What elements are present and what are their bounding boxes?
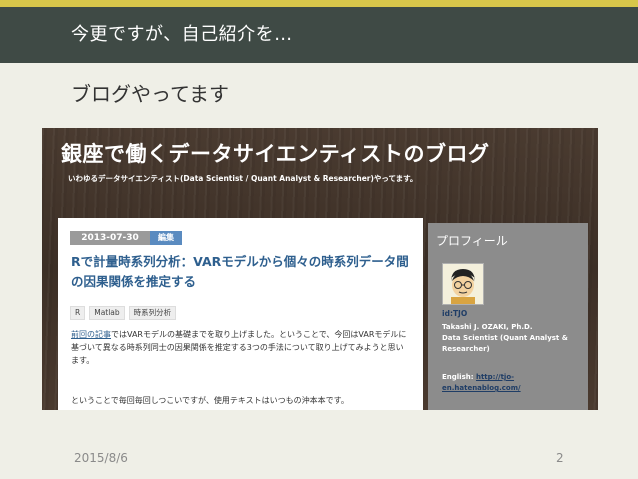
blog-screenshot: 銀座で働くデータサイエンティストのブログ いわゆるデータサイエンティスト(Dat… xyxy=(42,128,598,410)
post-title[interactable]: Rで計量時系列分析：VARモデルから個々の時系列データ間の因果関係を推定する xyxy=(71,252,411,292)
profile-role: Data Scientist (Quant Analyst & Research… xyxy=(442,334,568,353)
slide-subtitle: ブログやってます xyxy=(71,82,229,106)
profile-id[interactable]: id:TJO xyxy=(442,309,467,319)
slide-header-title: 今更ですが、自己紹介を… xyxy=(71,24,293,45)
blog-post: 2013-07-30 編集 Rで計量時系列分析：VARモデルから個々の時系列デー… xyxy=(58,218,423,410)
post-body-text: ではVARモデルの基礎までを取り上げました。ということで、今回はVARモデルに基… xyxy=(71,330,407,365)
post-tag[interactable]: R xyxy=(70,306,86,320)
page-number: 2 xyxy=(556,451,564,465)
post-body-2: ということで毎回毎回しつこいですが、使用テキストはいつもの沖本本です。 xyxy=(71,396,349,405)
post-tag[interactable]: Matlab xyxy=(89,306,125,320)
post-body: 前回の記事ではVARモデルの基礎までを取り上げました。ということで、今回はVAR… xyxy=(71,328,411,367)
footer-date: 2015/8/6 xyxy=(74,451,128,465)
post-edit-button[interactable]: 編集 xyxy=(150,231,182,245)
post-body-link[interactable]: 前回の記事 xyxy=(71,330,111,339)
profile-info: Takashi J. OZAKI, Ph.D. Data Scientist (… xyxy=(442,322,582,355)
top-accent-bar xyxy=(0,0,638,7)
blog-title: 銀座で働くデータサイエンティストのブログ xyxy=(61,142,490,166)
profile-english-label: English: xyxy=(442,373,476,381)
profile-heading: プロフィール xyxy=(436,234,508,248)
post-tag[interactable]: 時系列分析 xyxy=(128,306,177,320)
post-date-badge: 2013-07-30 xyxy=(70,231,150,245)
profile-sidebar: プロフィール id:TJO Takashi J. OZAKI, Ph.D. Da… xyxy=(428,223,588,410)
avatar-icon xyxy=(443,264,483,304)
slide-header: 今更ですが、自己紹介を… xyxy=(0,7,638,63)
blog-description: いわゆるデータサイエンティスト(Data Scientist / Quant A… xyxy=(68,174,418,183)
profile-name: Takashi J. OZAKI, Ph.D. xyxy=(442,323,533,331)
avatar[interactable] xyxy=(442,263,484,305)
post-tags: R Matlab 時系列分析 xyxy=(70,306,177,320)
profile-english: English: http://tjo-en.hatenablog.com/ xyxy=(442,372,582,394)
